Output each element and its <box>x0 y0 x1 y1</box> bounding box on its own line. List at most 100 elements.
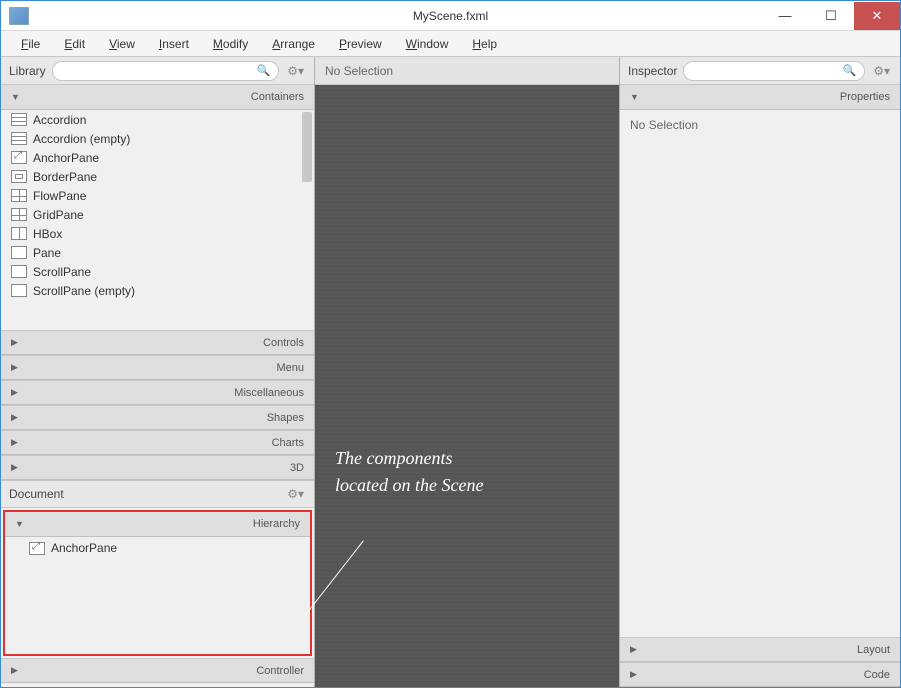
section-controls[interactable]: ▶ Controls <box>1 330 314 355</box>
section-label: Controls <box>263 337 304 349</box>
section-label: Miscellaneous <box>234 387 304 399</box>
section-charts[interactable]: ▶ Charts <box>1 430 314 455</box>
maximize-button[interactable]: ☐ <box>808 2 854 30</box>
library-list: Accordion Accordion (empty) AnchorPane Bord… <box>1 110 314 330</box>
scrollbar-thumb[interactable] <box>302 112 312 182</box>
chevron-down-icon: ▼ <box>15 519 24 529</box>
anchor-icon <box>11 151 27 164</box>
section-shapes[interactable]: ▶ Shapes <box>1 405 314 430</box>
chevron-down-icon: ▼ <box>630 92 639 102</box>
section-3d[interactable]: ▶ 3D <box>1 455 314 480</box>
status-text: No Selection <box>325 64 393 78</box>
menu-arrange[interactable]: Arrange <box>262 34 325 54</box>
library-item-label: HBox <box>33 227 62 241</box>
chevron-right-icon: ▶ <box>11 387 18 398</box>
section-label: Hierarchy <box>253 518 300 530</box>
section-label: Containers <box>251 91 304 103</box>
menubar: FileEditViewInsertModifyArrangePreviewWi… <box>1 31 900 57</box>
section-controller[interactable]: ▶ Controller <box>1 658 314 683</box>
library-item[interactable]: HBox <box>1 224 314 243</box>
section-layout[interactable]: ▶ Layout <box>620 637 900 662</box>
close-button[interactable]: ✕ <box>854 2 900 30</box>
library-item[interactable]: FlowPane <box>1 186 314 205</box>
document-gear-icon[interactable]: ⚙▾ <box>285 487 306 501</box>
hierarchy-item-label: AnchorPane <box>51 541 117 555</box>
chevron-right-icon: ▶ <box>630 669 637 680</box>
library-title: Library <box>9 64 46 78</box>
library-item-label: GridPane <box>33 208 84 222</box>
chevron-right-icon: ▶ <box>11 337 18 348</box>
library-item-label: ScrollPane <box>33 265 91 279</box>
chevron-right-icon: ▶ <box>11 437 18 448</box>
chevron-right-icon: ▶ <box>11 665 18 676</box>
library-item-label: Accordion <box>33 113 86 127</box>
library-gear-icon[interactable]: ⚙▾ <box>285 64 306 78</box>
design-canvas[interactable]: The components located on the Scene <box>315 85 619 687</box>
minimize-button[interactable]: — <box>762 2 808 30</box>
inspector-gear-icon[interactable]: ⚙▾ <box>871 64 892 78</box>
section-hierarchy[interactable]: ▼ Hierarchy <box>5 512 310 537</box>
document-title: Document <box>9 487 64 501</box>
center-panel: No Selection The components located on t… <box>315 57 619 687</box>
menu-modify[interactable]: Modify <box>203 34 258 54</box>
plain-icon <box>11 246 27 259</box>
library-item-label: AnchorPane <box>33 151 99 165</box>
library-item[interactable]: BorderPane <box>1 167 314 186</box>
library-search-input[interactable]: 🔍 <box>52 61 280 81</box>
inspector-header: Inspector 🔍 ⚙▾ <box>620 57 900 85</box>
section-label: Charts <box>272 437 304 449</box>
section-label: 3D <box>290 462 304 474</box>
section-properties[interactable]: ▼ Properties <box>620 85 900 110</box>
menu-insert[interactable]: Insert <box>149 34 199 54</box>
menu-file[interactable]: File <box>11 34 50 54</box>
left-panel: Library 🔍 ⚙▾ ▼ Containers AccordionAccor… <box>1 57 315 687</box>
section-label: Code <box>864 669 890 681</box>
inspector-search-input[interactable]: 🔍 <box>683 61 865 81</box>
section-code[interactable]: ▶ Code <box>620 662 900 687</box>
inspector-title: Inspector <box>628 64 677 78</box>
library-item[interactable]: ScrollPane (empty) <box>1 281 314 300</box>
library-item[interactable]: Accordion <box>1 110 314 129</box>
library-item[interactable]: AnchorPane <box>1 148 314 167</box>
inspector-noselection: No Selection <box>630 118 698 132</box>
titlebar: MyScene.fxml — ☐ ✕ <box>1 1 900 31</box>
section-miscellaneous[interactable]: ▶ Miscellaneous <box>1 380 314 405</box>
hierarchy-panel: ▼ Hierarchy AnchorPane <box>3 510 312 656</box>
section-containers[interactable]: ▼ Containers <box>1 85 314 110</box>
menu-preview[interactable]: Preview <box>329 34 392 54</box>
hbox-icon <box>11 227 27 240</box>
chevron-right-icon: ▶ <box>11 362 18 373</box>
section-label: Properties <box>840 91 890 103</box>
library-item-label: BorderPane <box>33 170 97 184</box>
grid-icon <box>11 208 27 221</box>
chevron-down-icon: ▼ <box>11 92 20 102</box>
menu-view[interactable]: View <box>99 34 145 54</box>
menu-edit[interactable]: Edit <box>54 34 95 54</box>
library-item-label: Accordion (empty) <box>33 132 130 146</box>
chevron-right-icon: ▶ <box>11 462 18 473</box>
anchorpane-icon <box>29 542 45 555</box>
document-header: Document ⚙▾ <box>1 480 314 508</box>
library-item[interactable]: Pane <box>1 243 314 262</box>
hierarchy-item-root[interactable]: AnchorPane <box>5 537 310 555</box>
library-header: Library 🔍 ⚙▾ <box>1 57 314 85</box>
stack-icon <box>11 113 27 126</box>
library-item-label: FlowPane <box>33 189 86 203</box>
library-item[interactable]: Accordion (empty) <box>1 129 314 148</box>
right-panel: Inspector 🔍 ⚙▾ ▼ Properties No Selection… <box>619 57 900 687</box>
menu-window[interactable]: Window <box>396 34 459 54</box>
section-label: Layout <box>857 644 890 656</box>
stack-icon <box>11 132 27 145</box>
section-menu[interactable]: ▶ Menu <box>1 355 314 380</box>
border-icon <box>11 170 27 183</box>
grid-icon <box>11 189 27 202</box>
search-icon: 🔍 <box>843 64 857 77</box>
menu-help[interactable]: Help <box>462 34 507 54</box>
library-item-label: ScrollPane (empty) <box>33 284 135 298</box>
library-item-label: Pane <box>33 246 61 260</box>
library-item[interactable]: ScrollPane <box>1 262 314 281</box>
search-icon: 🔍 <box>257 64 271 77</box>
inspector-body: No Selection <box>620 110 900 140</box>
section-label: Controller <box>256 665 304 677</box>
library-item[interactable]: GridPane <box>1 205 314 224</box>
